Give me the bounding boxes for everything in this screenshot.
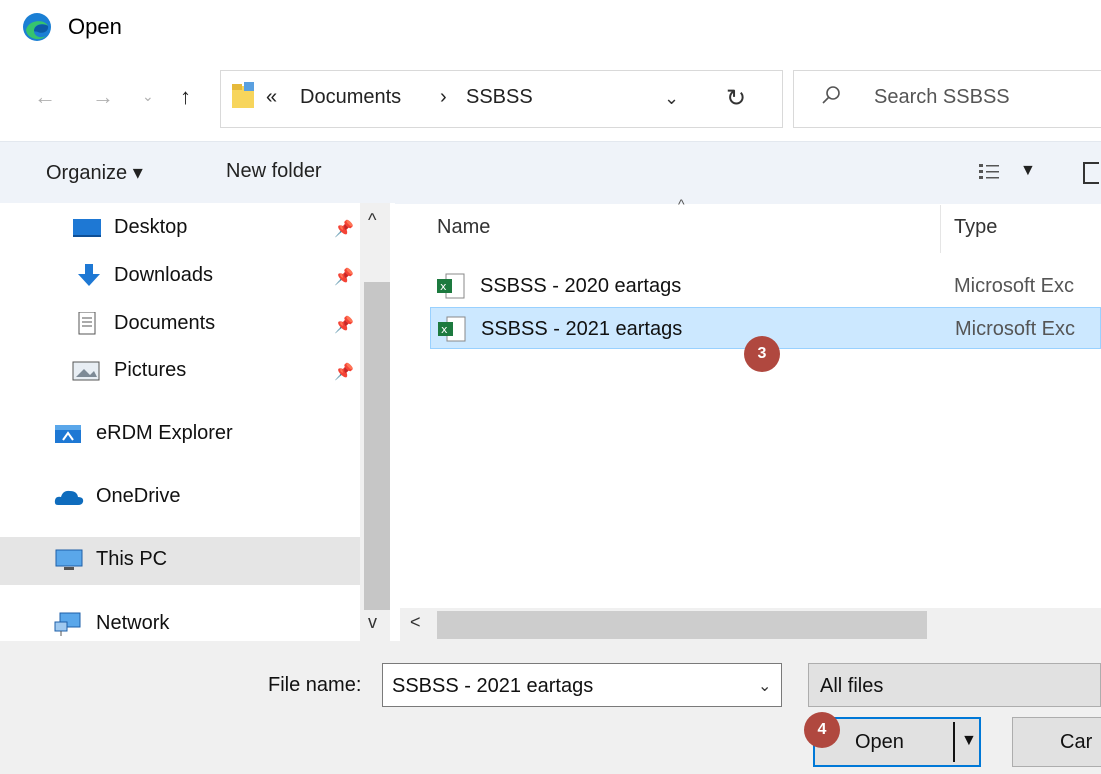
scroll-left-icon[interactable]: < — [410, 612, 421, 633]
sort-ascending-icon: ^ — [678, 196, 685, 212]
recent-locations-chevron-icon[interactable]: ⌄ — [142, 88, 154, 105]
pin-icon[interactable]: 📌 — [334, 315, 354, 335]
address-segment-ssbss[interactable]: SSBSS — [466, 86, 533, 109]
this-pc-icon — [55, 549, 83, 570]
nav-item-label: Documents — [114, 312, 216, 334]
pictures-icon — [72, 361, 100, 381]
view-caret-icon[interactable]: ▼ — [1020, 162, 1036, 180]
refresh-icon[interactable]: ↻ — [726, 84, 746, 113]
address-segment-documents[interactable]: Documents — [300, 86, 401, 109]
erdm-icon — [55, 425, 81, 443]
column-separator[interactable] — [940, 205, 941, 253]
nav-item-downloads[interactable]: Downloads 📌 — [0, 253, 360, 299]
address-separator[interactable]: › — [440, 86, 447, 109]
nav-item-label: Pictures — [114, 359, 187, 381]
documents-icon — [78, 312, 96, 335]
open-split-divider — [953, 722, 955, 762]
address-bar[interactable] — [220, 70, 705, 128]
scroll-down-icon[interactable]: v — [368, 612, 377, 633]
nav-item-label: OneDrive — [96, 485, 181, 507]
column-header-type[interactable]: Type — [954, 216, 997, 239]
step-badge-3: 3 — [744, 336, 780, 372]
pin-icon[interactable]: 📌 — [334, 362, 354, 382]
nav-item-documents[interactable]: Documents 📌 — [0, 301, 360, 347]
cancel-button-label[interactable]: Car — [1060, 731, 1092, 754]
file-name-dropdown-icon[interactable]: ⌄ — [758, 676, 771, 696]
pin-icon[interactable]: 📌 — [334, 219, 354, 239]
nav-item-label: eRDM Explorer — [96, 422, 233, 444]
downloads-icon — [78, 264, 100, 286]
nav-item-pictures[interactable]: Pictures 📌 — [0, 348, 360, 394]
search-placeholder[interactable]: Search SSBSS — [874, 86, 1010, 109]
excel-file-icon: x — [438, 316, 466, 342]
file-name-label: File name: — [268, 674, 362, 696]
nav-item-erdm-explorer[interactable]: eRDM Explorer — [0, 411, 360, 457]
network-icon — [54, 612, 81, 636]
nav-item-desktop[interactable]: Desktop 📌 — [0, 205, 360, 251]
pin-icon[interactable]: 📌 — [334, 267, 354, 287]
step-badge-4: 4 — [804, 712, 840, 748]
file-name-value[interactable]: SSBSS - 2021 eartags — [392, 675, 593, 698]
view-options-icon[interactable] — [978, 162, 1000, 182]
nav-item-this-pc[interactable]: This PC — [0, 537, 360, 585]
address-overflow[interactable]: « — [266, 86, 277, 109]
title-bar — [0, 0, 1101, 60]
edge-logo-icon — [23, 13, 51, 41]
svg-text:x: x — [440, 280, 447, 293]
organize-button[interactable]: Organize ▾ — [46, 160, 143, 185]
file-list-scrollbar-thumb[interactable] — [437, 611, 927, 639]
desktop-icon — [73, 219, 101, 237]
forward-arrow-icon[interactable]: → — [92, 84, 114, 110]
open-button-label[interactable]: Open — [855, 731, 904, 754]
file-row-ssbss-2020[interactable]: x SSBSS - 2020 eartags Microsoft Exc — [430, 265, 1101, 307]
excel-file-icon: x — [437, 273, 465, 299]
nav-item-label: Downloads — [114, 264, 213, 286]
nav-item-label: This PC — [96, 548, 168, 570]
preview-pane-icon[interactable] — [1083, 162, 1099, 184]
command-toolbar — [0, 141, 1101, 204]
nav-item-label: Desktop — [114, 216, 188, 238]
file-type-value[interactable]: All files — [820, 675, 883, 698]
scroll-up-icon[interactable]: ^ — [368, 210, 376, 231]
file-type: Microsoft Exc — [955, 318, 1076, 340]
up-arrow-icon[interactable]: ↑ — [180, 84, 191, 110]
address-dropdown-chevron-icon[interactable]: ⌄ — [664, 88, 679, 109]
file-type: Microsoft Exc — [954, 275, 1075, 297]
nav-item-label: Network — [96, 612, 170, 634]
nav-item-onedrive[interactable]: OneDrive — [0, 474, 360, 520]
svg-text:x: x — [441, 323, 448, 336]
window-title: Open — [68, 14, 122, 39]
back-arrow-icon[interactable]: ← — [34, 84, 56, 110]
onedrive-icon — [54, 490, 84, 505]
column-header-name[interactable]: Name — [437, 216, 490, 239]
navigation-scrollbar-thumb[interactable] — [364, 282, 390, 610]
file-name: SSBSS - 2021 eartags — [481, 318, 683, 340]
folder-icon — [232, 82, 254, 108]
open-dropdown-caret-icon[interactable]: ▼ — [961, 732, 977, 750]
new-folder-button[interactable]: New folder — [226, 160, 322, 183]
search-icon — [822, 86, 840, 104]
file-name: SSBSS - 2020 eartags — [480, 275, 682, 297]
